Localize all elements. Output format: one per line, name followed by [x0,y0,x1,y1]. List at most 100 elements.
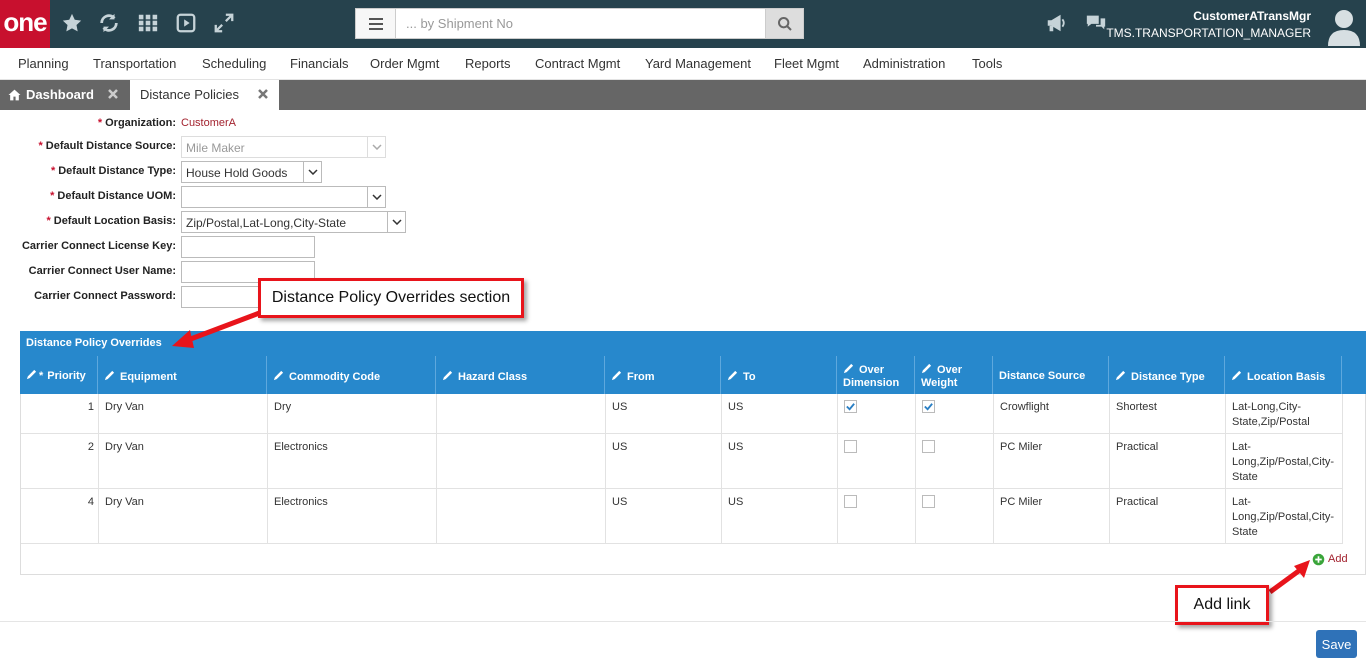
column-header-location-basis[interactable]: Location Basis [1225,356,1342,394]
distance-uom-select[interactable] [181,186,386,208]
refresh-icon[interactable] [97,12,121,36]
chevron-down-icon [372,194,382,200]
tab-distance-policies[interactable]: Distance Policies [130,80,279,110]
to-cell[interactable]: US [728,440,833,455]
to-cell[interactable]: US [728,400,833,415]
search-box [355,8,804,39]
column-header-equipment[interactable]: Equipment [98,356,267,394]
search-menu-button[interactable] [356,9,396,38]
commodity-cell[interactable]: Dry [274,400,432,415]
close-icon[interactable] [257,88,269,100]
column-header-to[interactable]: To [721,356,837,394]
distance-source-cell[interactable]: Crowflight [1000,400,1105,415]
priority-cell[interactable]: 4 [88,495,94,510]
user-role: TMS.TRANSPORTATION_MANAGER [1106,26,1311,40]
location-basis-select[interactable]: Zip/Postal,Lat-Long,City-State [181,211,406,233]
license-key-input[interactable] [181,236,315,258]
commodity-cell[interactable]: Electronics [274,440,432,455]
menu-item-order-mgmt[interactable]: Order Mgmt [370,56,439,71]
table-row[interactable]: 4 Dry Van Electronics US US PC Miler Pra… [21,489,1343,544]
edit-icon [611,370,622,381]
expand-icon[interactable] [212,12,236,36]
distance-source-label: * Default Distance Source: [38,140,176,152]
avatar-icon[interactable] [1328,8,1360,46]
add-row-link[interactable]: Add [1328,553,1348,565]
from-cell[interactable]: US [612,400,717,415]
menu-item-administration[interactable]: Administration [863,56,945,71]
over-dimension-checkbox[interactable] [844,495,857,508]
edit-icon [26,369,37,380]
menu-item-contract-mgmt[interactable]: Contract Mgmt [535,56,620,71]
column-header-commodity-code[interactable]: Commodity Code [267,356,436,394]
menu-item-scheduling[interactable]: Scheduling [202,56,266,71]
tab-dashboard[interactable]: Dashboard [0,80,129,110]
distance-source-cell[interactable]: PC Miler [1000,495,1105,510]
equipment-cell[interactable]: Dry Van [105,440,263,455]
column-header-over-dimension[interactable]: Over Dimension [837,356,915,394]
column-header-distance-source[interactable]: Distance Source [993,356,1109,394]
column-header-over-weight[interactable]: Over Weight [915,356,993,394]
location-basis-cell[interactable]: Lat-Long,Zip/Postal,City-State [1232,495,1338,540]
column-header-priority[interactable]: * Priority [20,356,98,394]
menu-item-tools[interactable]: Tools [972,56,1002,71]
over-dimension-checkbox[interactable] [844,400,857,413]
add-circle-icon[interactable] [1312,553,1325,566]
user-name[interactable]: CustomerATransMgr [1193,9,1311,23]
from-cell[interactable]: US [612,440,717,455]
location-basis-cell[interactable]: Lat-Long,Zip/Postal,City-State [1232,440,1338,485]
tab-bar: Dashboard Distance Policies [0,80,1366,110]
table-row[interactable]: 2 Dry Van Electronics US US PC Miler Pra… [21,434,1343,489]
menu-item-financials[interactable]: Financials [290,56,349,71]
chevron-down-icon [372,144,382,150]
priority-cell[interactable]: 2 [88,440,94,455]
menu-item-yard-management[interactable]: Yard Management [645,56,751,71]
edit-icon [727,370,738,381]
over-dimension-checkbox[interactable] [844,440,857,453]
column-header-hazard-class[interactable]: Hazard Class [436,356,605,394]
equipment-cell[interactable]: Dry Van [105,495,263,510]
priority-cell[interactable]: 1 [88,400,94,415]
over-weight-checkbox[interactable] [922,495,935,508]
top-bar: one Custom [0,0,1366,48]
chat-icon[interactable] [1084,12,1108,36]
column-header-distance-type[interactable]: Distance Type [1109,356,1225,394]
menu-item-fleet-mgmt[interactable]: Fleet Mgmt [774,56,839,71]
distance-type-select[interactable]: House Hold Goods [181,161,322,183]
license-key-label: Carrier Connect License Key: [21,240,176,252]
close-icon[interactable] [107,88,119,100]
distance-type-cell[interactable]: Practical [1116,495,1221,510]
commodity-cell[interactable]: Electronics [274,495,432,510]
edit-icon [1231,370,1242,381]
distance-type-cell[interactable]: Shortest [1116,400,1221,415]
column-header-from[interactable]: From [605,356,721,394]
star-icon[interactable] [60,12,84,36]
edit-icon [921,363,932,374]
from-cell[interactable]: US [612,495,717,510]
over-weight-checkbox[interactable] [922,400,935,413]
tab-distance-policies-label: Distance Policies [140,87,239,102]
menu-item-planning[interactable]: Planning [18,56,69,71]
edit-icon [442,370,453,381]
apps-grid-icon[interactable] [136,12,160,36]
search-input[interactable] [400,9,760,38]
menu-item-transportation[interactable]: Transportation [93,56,176,71]
carrier-user-name-label: Carrier Connect User Name: [28,265,176,277]
to-cell[interactable]: US [728,495,833,510]
overrides-section-header: Distance Policy Overrides [20,331,1366,356]
play-icon[interactable] [174,12,198,36]
distance-source-select: Mile Maker [181,136,386,158]
location-basis-cell[interactable]: Lat-Long,City-State,Zip/Postal [1232,400,1338,430]
save-button[interactable]: Save [1316,630,1357,658]
distance-source-cell[interactable]: PC Miler [1000,440,1105,455]
home-icon [8,89,21,101]
app-logo[interactable]: one [0,0,50,48]
equipment-cell[interactable]: Dry Van [105,400,263,415]
main-menu: Planning Transportation Scheduling Finan… [0,48,1366,80]
distance-type-cell[interactable]: Practical [1116,440,1221,455]
search-button[interactable] [765,9,803,38]
table-row[interactable]: 1 Dry Van Dry US US Crowflight Shortest … [21,394,1343,434]
menu-item-reports[interactable]: Reports [465,56,511,71]
over-weight-checkbox[interactable] [922,440,935,453]
add-link-callout: Add link [1175,585,1269,625]
megaphone-icon[interactable] [1044,12,1068,36]
